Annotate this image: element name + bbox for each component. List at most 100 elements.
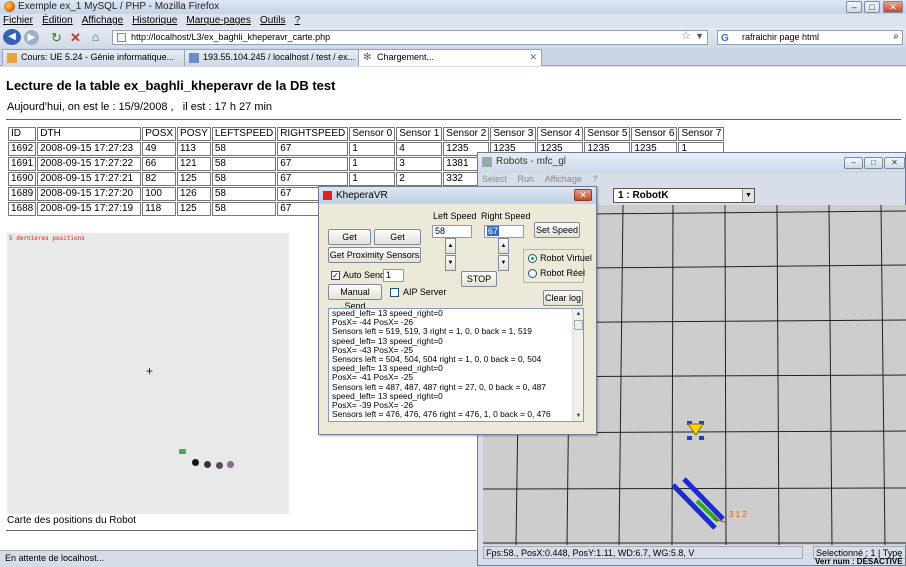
get-proximity-button[interactable]: Get Proximity Sensors bbox=[328, 247, 421, 263]
robots-menu-bar: Select Run Affichage ? bbox=[478, 173, 905, 186]
maximize-icon[interactable]: □ bbox=[864, 1, 880, 13]
log-textarea[interactable]: speed_left= 13 speed_right=0 PosX= -44 Po… bbox=[328, 308, 584, 422]
table-cell: 125 bbox=[177, 172, 211, 186]
menu-run[interactable]: Run bbox=[514, 173, 539, 186]
chevron-down-icon[interactable]: ▼ bbox=[695, 30, 704, 43]
menu-outils[interactable]: Outils bbox=[257, 14, 289, 28]
table-cell: 2008-09-15 17:27:20 bbox=[37, 187, 142, 201]
close-icon[interactable]: ✕ bbox=[883, 1, 903, 13]
stop-icon[interactable]: ✕ bbox=[68, 30, 83, 45]
table-cell: 2008-09-15 17:27:21 bbox=[37, 172, 142, 186]
table-cell: 1691 bbox=[8, 157, 37, 171]
robots-title-bar: Robots - mfc_gl – □ ✕ bbox=[478, 153, 905, 173]
app-icon bbox=[482, 157, 492, 167]
column-header: Sensor 2 bbox=[443, 127, 490, 141]
scrollbar-thumb[interactable] bbox=[574, 320, 583, 330]
auto-send-checkbox[interactable]: ✓ bbox=[331, 271, 340, 280]
column-header: POSX bbox=[142, 127, 177, 141]
app-icon bbox=[323, 191, 332, 200]
table-cell: 58 bbox=[211, 202, 277, 216]
scroll-up-icon[interactable]: ▲ bbox=[574, 310, 583, 318]
search-input[interactable]: G rafraichir page html ⌕ bbox=[717, 30, 903, 45]
close-icon[interactable]: ✕ bbox=[574, 189, 592, 201]
table-cell: 1690 bbox=[8, 172, 37, 186]
maximize-icon[interactable]: □ bbox=[864, 157, 883, 169]
fps-status: Fps:58., PosX:0.448, PosY:1.11, WD:6.7, … bbox=[483, 546, 803, 559]
close-icon[interactable]: ✕ bbox=[884, 157, 905, 169]
table-cell: 49 bbox=[142, 142, 177, 156]
scrollbar[interactable]: ▲ ▼ bbox=[572, 309, 583, 421]
log-line: Sensors left = 476, 476, 476 right = 476… bbox=[332, 409, 551, 420]
clear-log-button[interactable]: Clear log bbox=[543, 290, 583, 306]
table-cell: 2008-09-15 17:27:23 bbox=[37, 142, 142, 156]
menu-help[interactable]: ? bbox=[292, 14, 304, 28]
left-speed-down-icon[interactable]: ▼ bbox=[445, 255, 456, 271]
menu-help[interactable]: ? bbox=[588, 173, 601, 186]
divider bbox=[6, 119, 901, 120]
set-speed-button[interactable]: Set Speed bbox=[534, 222, 580, 238]
stop-button[interactable]: STOP bbox=[461, 271, 497, 287]
aip-server-checkbox[interactable] bbox=[390, 288, 399, 297]
get-speed-button[interactable]: Get Speed bbox=[328, 229, 371, 256]
aip-server-label: AIP Server bbox=[403, 287, 447, 297]
reload-icon[interactable]: ↻ bbox=[49, 30, 64, 45]
robot-reel-radio[interactable] bbox=[528, 269, 537, 278]
menu-affichage[interactable]: Affichage bbox=[541, 173, 586, 186]
url-text: http://localhost/L3/ex_baghli_kheperavr_… bbox=[131, 32, 331, 42]
close-tab-icon[interactable]: ✕ bbox=[529, 50, 537, 65]
position-dot bbox=[227, 461, 234, 468]
tab-cours[interactable]: Cours: UE 5.24 - Génie informatique... bbox=[2, 49, 185, 66]
menu-edition[interactable]: Édition bbox=[39, 14, 76, 28]
menu-marque-pages[interactable]: Marque-pages bbox=[183, 14, 253, 28]
auto-send-input[interactable]: 1 bbox=[383, 269, 404, 282]
manual-send-button[interactable]: Manual Send bbox=[328, 284, 382, 311]
search-icon[interactable]: ⌕ bbox=[893, 30, 899, 43]
left-speed-label: Left Speed bbox=[433, 211, 477, 221]
menu-affichage[interactable]: Affichage bbox=[79, 14, 127, 28]
menu-select[interactable]: Select bbox=[478, 173, 511, 186]
menu-fichier[interactable]: Fichier bbox=[0, 14, 36, 28]
column-header: Sensor 3 bbox=[490, 127, 537, 141]
column-header: ID bbox=[8, 127, 37, 141]
table-cell: 67 bbox=[277, 157, 349, 171]
right-speed-input[interactable]: 67 bbox=[484, 225, 524, 238]
tab-chargement[interactable]: ✻ Chargement... ✕ bbox=[358, 49, 542, 66]
map-caption: Carte des positions du Robot bbox=[7, 515, 136, 526]
left-speed-input[interactable]: 58 bbox=[432, 225, 472, 238]
table-cell: 126 bbox=[177, 187, 211, 201]
column-header: Sensor 6 bbox=[631, 127, 678, 141]
right-speed-label: Right Speed bbox=[481, 211, 531, 221]
google-icon[interactable]: G bbox=[721, 32, 729, 45]
column-header: Sensor 7 bbox=[678, 127, 725, 141]
tab-label: 193.55.104.245 / localhost / test / ex..… bbox=[203, 52, 356, 62]
minimize-icon[interactable]: – bbox=[846, 1, 862, 13]
table-cell: 100 bbox=[142, 187, 177, 201]
chevron-down-icon[interactable]: ▼ bbox=[742, 189, 754, 202]
get-position-button[interactable]: Get Position bbox=[374, 229, 421, 256]
column-header: DTH bbox=[37, 127, 142, 141]
table-cell: 1688 bbox=[8, 202, 37, 216]
position-dot bbox=[192, 459, 199, 466]
back-arrow-icon[interactable]: ◀ bbox=[3, 29, 21, 45]
home-icon[interactable]: ⌂ bbox=[88, 30, 103, 45]
robot-select[interactable]: 1 : RobotK ▼ bbox=[613, 188, 755, 203]
column-header: Sensor 1 bbox=[396, 127, 443, 141]
forward-arrow-icon[interactable]: ▶ bbox=[24, 30, 39, 45]
tab-phpmyadmin[interactable]: 193.55.104.245 / localhost / test / ex..… bbox=[184, 49, 359, 66]
table-cell: 58 bbox=[211, 172, 277, 186]
table-cell: 2008-09-15 17:27:19 bbox=[37, 202, 142, 216]
table-cell: 1692 bbox=[8, 142, 37, 156]
right-speed-down-icon[interactable]: ▼ bbox=[498, 255, 509, 271]
table-cell: 66 bbox=[142, 157, 177, 171]
minimize-icon[interactable]: – bbox=[844, 157, 863, 169]
robot-virtuel-radio[interactable] bbox=[528, 254, 537, 263]
right-speed-up-icon[interactable]: ▲ bbox=[498, 238, 509, 254]
scroll-down-icon[interactable]: ▼ bbox=[574, 412, 583, 420]
menu-historique[interactable]: Historique bbox=[129, 14, 180, 28]
divider bbox=[6, 530, 476, 531]
left-speed-up-icon[interactable]: ▲ bbox=[445, 238, 456, 254]
browser-title-bar: Exemple ex_1 MySQL / PHP - Mozilla Firef… bbox=[0, 0, 906, 14]
bookmark-star-icon[interactable]: ☆ bbox=[681, 30, 691, 43]
column-header: Sensor 0 bbox=[349, 127, 396, 141]
url-input[interactable]: http://localhost/L3/ex_baghli_kheperavr_… bbox=[112, 30, 708, 45]
